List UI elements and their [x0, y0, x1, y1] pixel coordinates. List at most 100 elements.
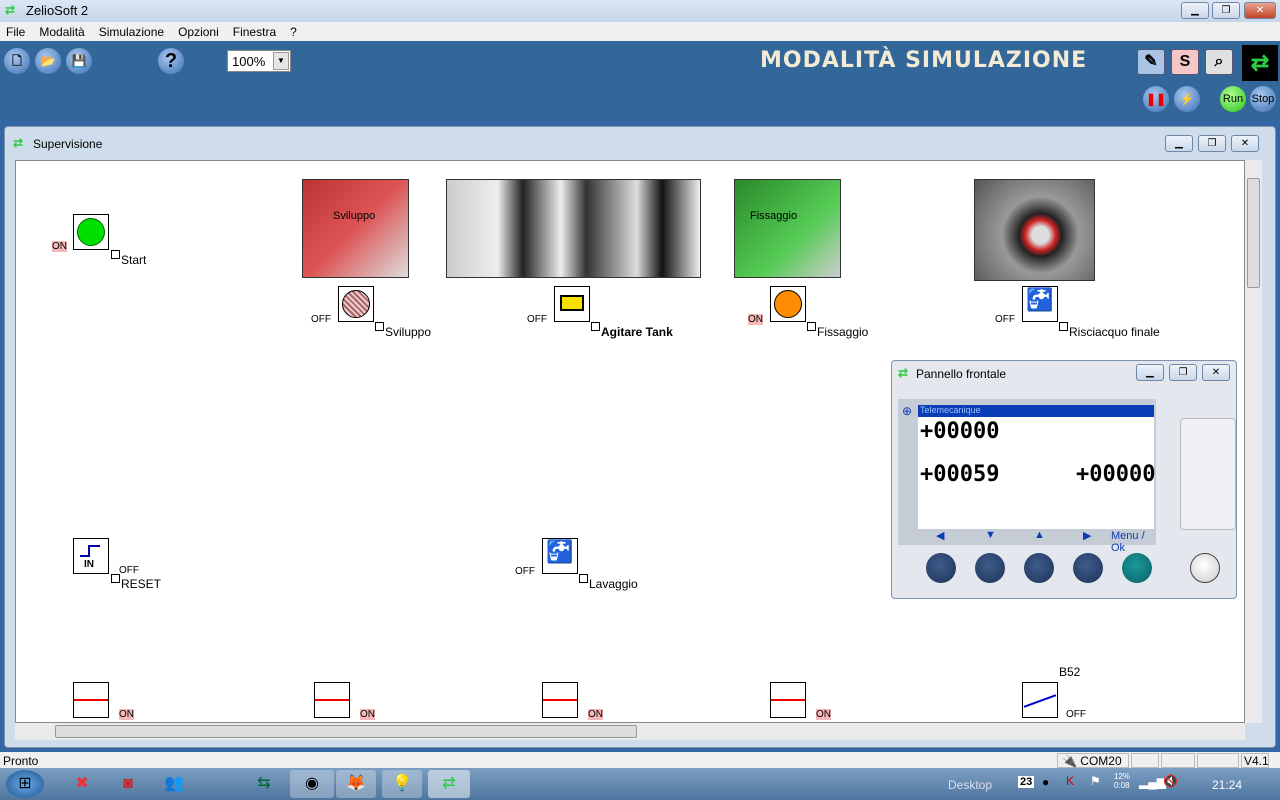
version: V4.1 — [1241, 753, 1269, 768]
pause-icon[interactable]: ❚❚ — [1143, 86, 1169, 112]
contact-2[interactable] — [314, 682, 350, 718]
panel-title: Pannello frontale — [916, 367, 1007, 381]
sup-close-button[interactable]: ✕ — [1231, 135, 1259, 152]
tray-icon[interactable]: ● — [1042, 775, 1049, 789]
taskbar-app-icon[interactable]: ✖ — [62, 770, 102, 798]
new-file-icon[interactable]: 🗋 — [4, 48, 30, 74]
minimize-button[interactable]: ▁ — [1181, 2, 1209, 19]
brand-label: Telemecanique — [918, 405, 1154, 417]
lavaggio-state: OFF — [515, 566, 535, 577]
fissaggio-lamp[interactable] — [770, 286, 806, 322]
menu-opzioni[interactable]: Opzioni — [178, 25, 219, 39]
pin — [111, 574, 120, 583]
start-lamp[interactable] — [73, 214, 109, 250]
menu-ok-label: Menu / Ok — [1111, 530, 1145, 554]
taskbar-network-icon[interactable]: ⇆ — [244, 770, 284, 798]
vertical-scrollbar[interactable] — [1245, 160, 1262, 723]
signal-icon[interactable]: ▂▄▆ — [1139, 775, 1166, 789]
chevron-down-icon[interactable]: ▼ — [273, 52, 289, 70]
agitare-photo — [446, 179, 701, 278]
help-button[interactable]: ? — [158, 48, 184, 74]
calendar-icon[interactable]: 23 — [1018, 776, 1035, 788]
menu-finestra[interactable]: Finestra — [233, 25, 276, 39]
zoom-select[interactable]: 100% ▼ — [227, 50, 291, 72]
contact-1[interactable] — [73, 682, 109, 718]
arrow-down-icon[interactable]: ▼ — [985, 529, 996, 541]
arrow-left-icon[interactable]: ◀ — [936, 529, 944, 542]
edit-mode-icon[interactable]: ✎ — [1137, 49, 1165, 75]
horizontal-scrollbar[interactable] — [15, 723, 1245, 740]
flag-icon[interactable]: ⚑ — [1090, 774, 1101, 788]
taskbar-bulb-icon[interactable]: 💡 — [382, 770, 422, 798]
desktop-toolbar[interactable]: Desktop — [948, 778, 992, 792]
lightning-icon[interactable]: ⚡ — [1174, 86, 1200, 112]
down-button[interactable] — [975, 553, 1005, 583]
left-button[interactable] — [926, 553, 956, 583]
save-icon[interactable]: 💾 — [66, 48, 92, 74]
taskbar-itunes-icon[interactable]: ◉ — [290, 770, 334, 798]
kaspersky-icon[interactable]: K — [1066, 774, 1074, 788]
taskbar-zeliosoft-icon[interactable]: ⇄ — [428, 770, 470, 798]
reset-state: OFF — [119, 565, 139, 576]
title-bar: ⇄ ZelioSoft 2 ▁ ❐ ✕ — [0, 0, 1280, 22]
menu-modalita[interactable]: Modalità — [39, 25, 84, 39]
agitare-motor[interactable] — [554, 286, 590, 322]
status-text: Pronto — [3, 754, 39, 768]
fissaggio-state: ON — [748, 314, 763, 325]
contact-3[interactable] — [542, 682, 578, 718]
run-button[interactable]: Run — [1220, 86, 1246, 112]
close-button[interactable]: ✕ — [1244, 2, 1276, 19]
battery-indicator[interactable]: 12% 0:08 — [1114, 772, 1130, 790]
panel-minimize-button[interactable]: ▁ — [1136, 364, 1164, 381]
s-button[interactable]: S — [1171, 49, 1199, 75]
open-folder-icon[interactable]: 📂 — [35, 48, 61, 74]
search-icon[interactable]: ⌕ — [1205, 49, 1233, 75]
taskbar: ⊞ ✖ ◙ 👥 ⇆ ◉ 🦊 💡 ⇄ Desktop 23 ● K ⚑ 12% 0:… — [0, 768, 1280, 800]
supervision-title: Supervisione — [33, 137, 103, 151]
panel-restore-button[interactable]: ❐ — [1169, 364, 1197, 381]
taskbar-people-icon[interactable]: 👥 — [154, 770, 194, 798]
contact-b52[interactable] — [1022, 682, 1058, 718]
pin — [807, 322, 816, 331]
lavaggio-tap[interactable]: 🚰 — [542, 538, 578, 574]
reset-input[interactable]: IN — [73, 538, 109, 574]
mode-title: MODALITÀ SIMULAZIONE — [760, 48, 1088, 73]
menu-simulazione[interactable]: Simulazione — [99, 25, 164, 39]
lcd-screen: Telemecanique +00000 +00059 +00000 — [918, 405, 1156, 529]
restore-button[interactable]: ❐ — [1212, 2, 1240, 19]
volume-muted-icon[interactable]: 🔇 — [1163, 774, 1178, 788]
com-port-panel: 🔌 COM20 — [1057, 753, 1129, 768]
status-panel — [1131, 753, 1159, 768]
up-button[interactable] — [1024, 553, 1054, 583]
lcd-value-b: +00000 — [1076, 462, 1156, 487]
right-button[interactable] — [1073, 553, 1103, 583]
sviluppo-label: Sviluppo — [385, 325, 432, 339]
arrow-up-icon[interactable]: ▲ — [1034, 529, 1045, 541]
white-button[interactable] — [1190, 553, 1220, 583]
risciacquo-tap[interactable]: 🚰 — [1022, 286, 1058, 322]
arrow-right-icon[interactable]: ▶ — [1083, 529, 1091, 542]
sup-restore-button[interactable]: ❐ — [1198, 135, 1226, 152]
start-orb-icon[interactable]: ⊞ — [6, 770, 44, 798]
start-label: Start — [121, 253, 147, 267]
menu-help[interactable]: ? — [290, 25, 297, 39]
fissaggio-label: Fissaggio — [817, 325, 869, 339]
globe-icon: ⊕ — [902, 404, 913, 418]
menu-file[interactable]: File — [6, 25, 25, 39]
taskbar-firefox-icon[interactable]: 🦊 — [336, 770, 376, 798]
taskbar-office-icon[interactable]: ◙ — [108, 770, 148, 798]
com-port: COM20 — [1080, 754, 1122, 768]
contact-4[interactable] — [770, 682, 806, 718]
b52-label: B52 — [1059, 665, 1081, 679]
stop-button[interactable]: Stop — [1250, 86, 1276, 112]
serial-cable-icon: 🔌 — [1062, 754, 1077, 768]
panel-close-button[interactable]: ✕ — [1202, 364, 1230, 381]
window-logo-icon: ⇄ — [898, 366, 909, 380]
clock[interactable]: 21:24 — [1212, 778, 1242, 792]
menu-ok-button[interactable] — [1122, 553, 1152, 583]
contact-3-state: ON — [588, 709, 603, 720]
sviluppo-lamp[interactable] — [338, 286, 374, 322]
pin — [591, 322, 600, 331]
sup-minimize-button[interactable]: ▁ — [1165, 135, 1193, 152]
pin — [111, 250, 120, 259]
